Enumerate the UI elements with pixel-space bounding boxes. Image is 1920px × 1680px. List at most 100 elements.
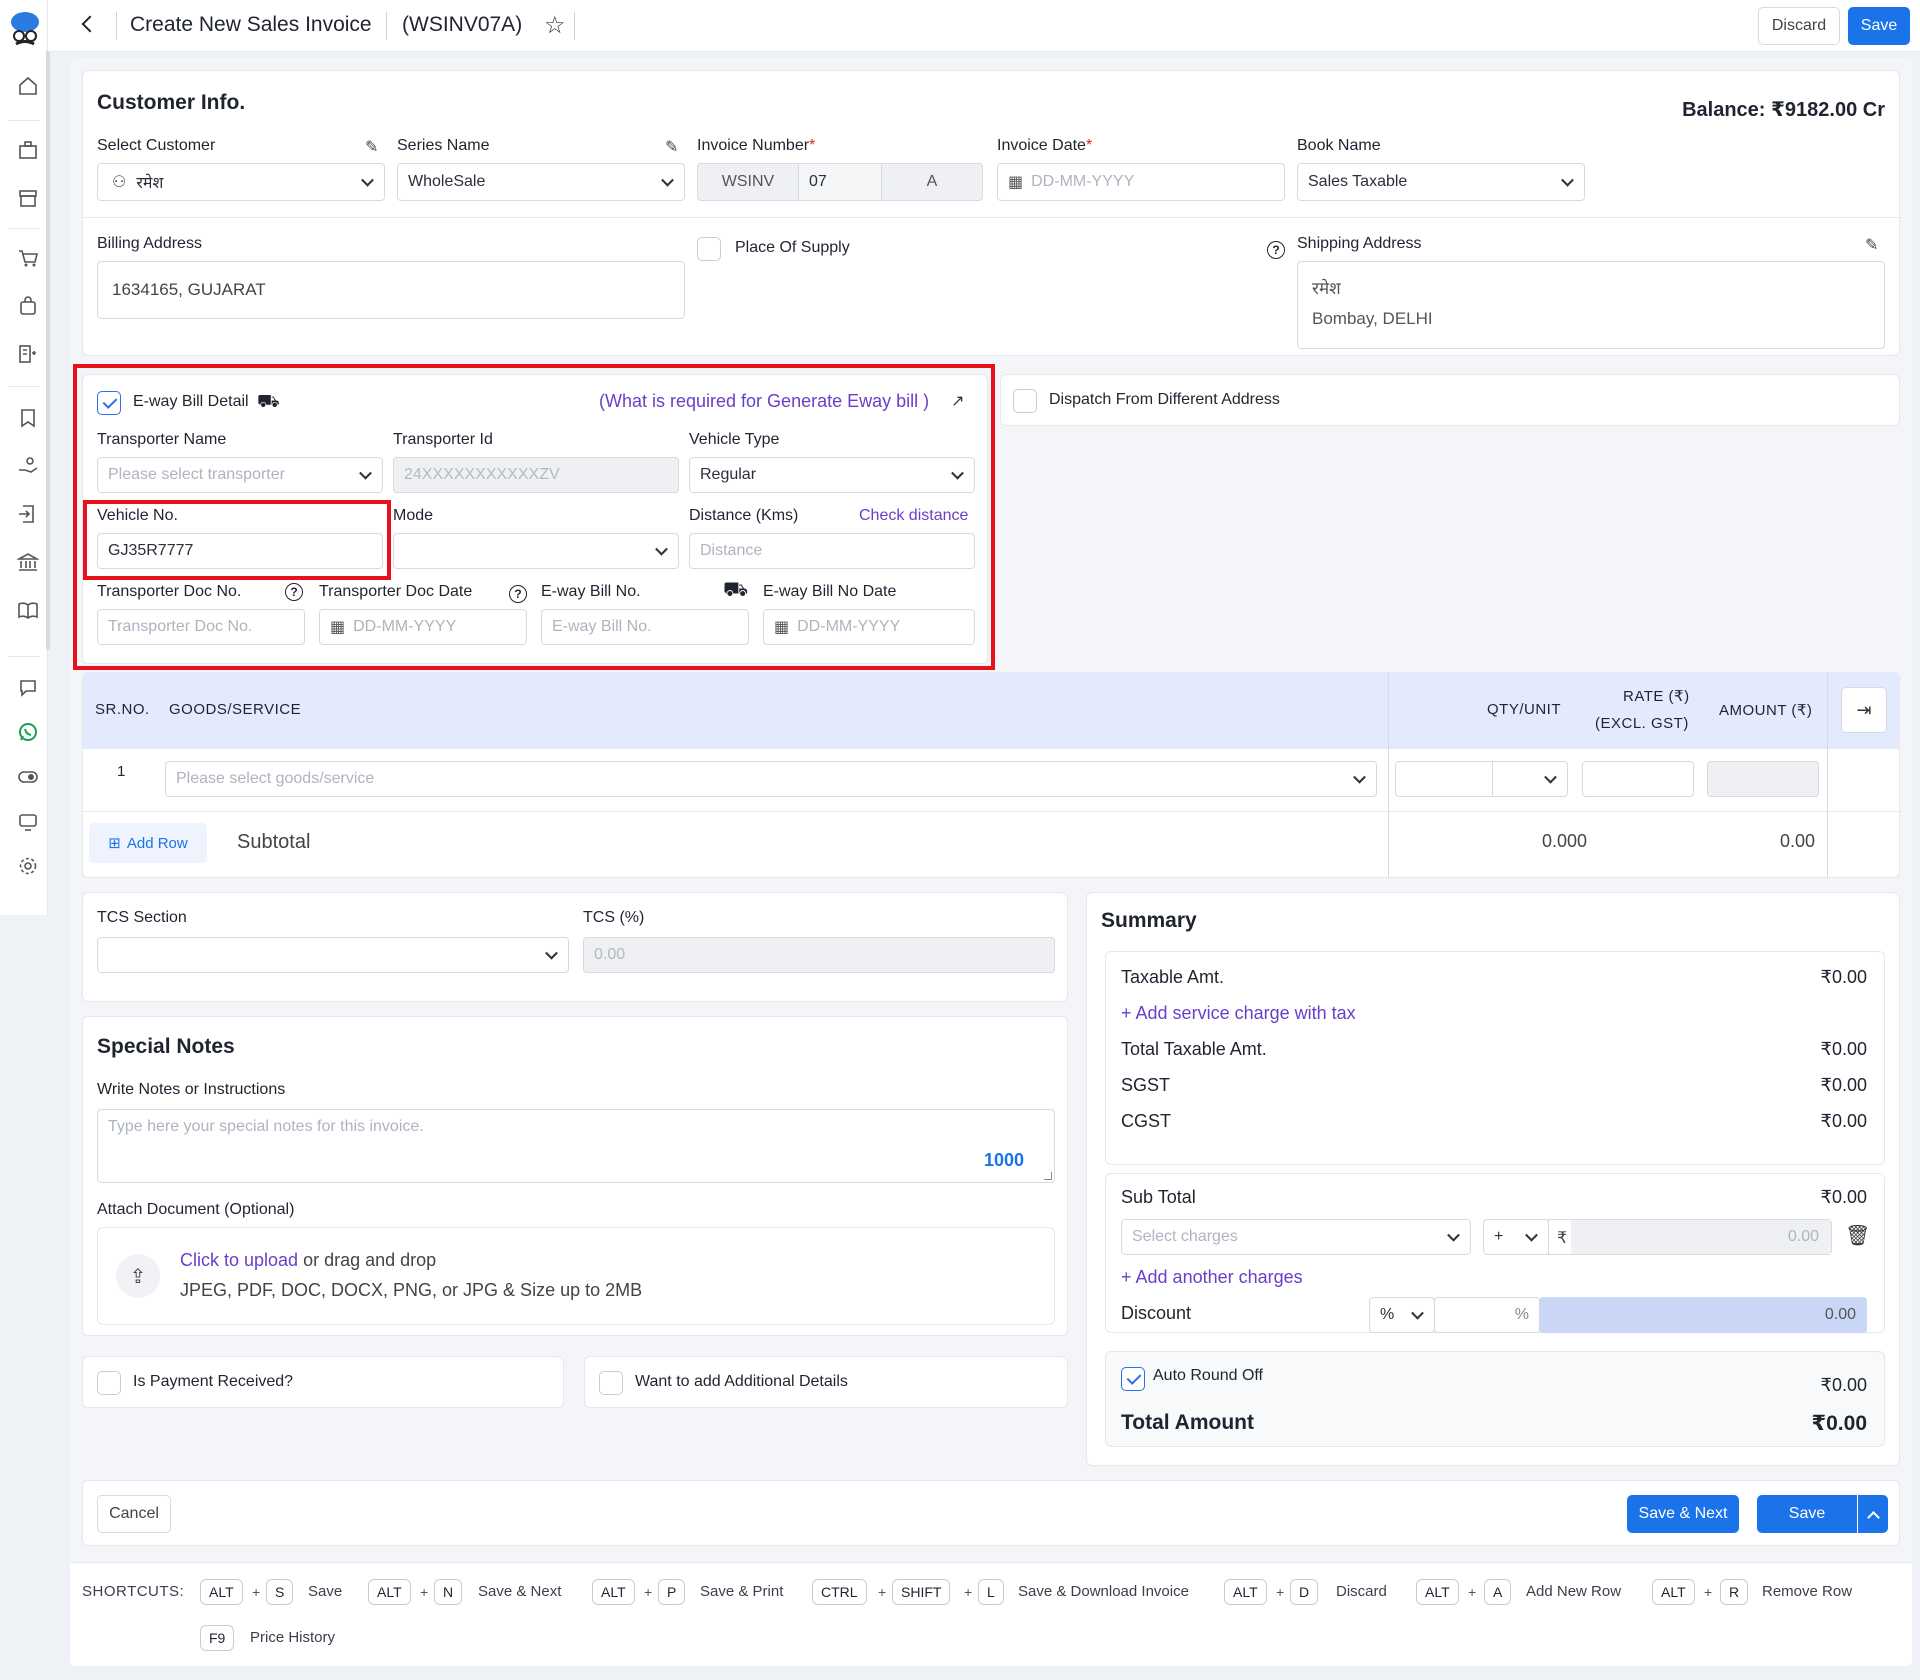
tcs-percent-field: 0.00 [583, 937, 1055, 973]
back-arrow-icon[interactable] [81, 15, 99, 33]
customer-info-card: Customer Info. Balance: ₹9182.00 Cr Sele… [82, 70, 1901, 356]
currency-symbol: ₹ [1557, 1230, 1568, 1247]
add-row-button[interactable]: ⊞ Add Row [89, 823, 207, 863]
add-another-charges-link[interactable]: + Add another charges [1121, 1267, 1303, 1288]
auto-round-off-label: Auto Round Off [1153, 1367, 1263, 1384]
upload-cloud-icon: ⇪ [116, 1254, 160, 1298]
shortcut-save-print: Save & Print [700, 1583, 784, 1600]
chat-icon[interactable] [14, 674, 42, 702]
rate-field[interactable] [1582, 761, 1694, 797]
cgst-label: CGST [1121, 1111, 1172, 1131]
footer-save-button[interactable]: Save [1757, 1495, 1857, 1533]
resize-handle-icon[interactable] [1044, 1172, 1052, 1180]
inventory-icon[interactable] [14, 340, 42, 368]
chevron-down-icon [545, 946, 558, 960]
whatsapp-icon[interactable] [14, 718, 42, 746]
sidebar [0, 0, 50, 915]
invoice-date-field[interactable]: ▦ DD-MM-YYYY [997, 163, 1285, 201]
place-of-supply-checkbox[interactable] [697, 237, 721, 261]
briefcase-icon[interactable] [14, 136, 42, 164]
archive-icon[interactable] [14, 184, 42, 212]
billing-address-field[interactable]: 1634165, GUJARAT [97, 261, 685, 319]
goods-select[interactable]: Please select goods/service [165, 761, 1377, 797]
balance-text: Balance: ₹9182.00 Cr [1682, 99, 1885, 121]
invoice-prefix-field: WSINV [697, 163, 799, 201]
star-icon[interactable]: ☆ [544, 11, 566, 40]
shipping-address-field[interactable]: रमेश Bombay, DELHI [1297, 261, 1885, 349]
chevron-down-icon [361, 173, 374, 187]
payment-received-card: Is Payment Received? [82, 1356, 564, 1408]
cart-icon[interactable] [14, 244, 42, 272]
pencil-icon[interactable]: ✎ [365, 137, 378, 157]
column-settings-icon[interactable]: ⇥ [1841, 687, 1887, 733]
hand-coins-icon[interactable] [14, 452, 42, 480]
click-to-upload-link[interactable]: Click to upload [180, 1250, 298, 1270]
discount-amount-field[interactable]: 0.00 [1539, 1297, 1867, 1333]
shortcut-key: P [658, 1579, 686, 1605]
save-button[interactable]: Save [1848, 7, 1910, 45]
row-number: 1 [117, 763, 126, 780]
required-mark: * [1085, 137, 1093, 154]
add-service-charge-link[interactable]: + Add service charge with tax [1121, 1003, 1356, 1024]
book-value: Sales Taxable [1308, 173, 1408, 190]
shortcut-add-row: Add New Row [1526, 1583, 1622, 1600]
page-title: Create New Sales Invoice [130, 13, 372, 36]
shortcut-save-download: Save & Download Invoice [1018, 1583, 1189, 1600]
shortcuts-bar: SHORTCUTS: ALT + S Save ALT + N Save & N… [70, 1562, 1912, 1666]
monitor-icon[interactable] [14, 808, 42, 836]
book-select[interactable]: Sales Taxable [1297, 163, 1585, 201]
upload-dropzone[interactable]: ⇪ Click to upload or drag and drop JPEG,… [97, 1227, 1055, 1325]
save-options-button[interactable] [1858, 1495, 1888, 1533]
tcs-section-select[interactable] [97, 937, 569, 973]
unit-select[interactable] [1492, 761, 1568, 797]
bank-icon[interactable] [14, 548, 42, 576]
notes-placeholder: Type here your special notes for this in… [108, 1118, 424, 1135]
additional-details-checkbox[interactable] [599, 1371, 623, 1395]
discard-button[interactable]: Discard [1758, 7, 1840, 45]
add-row-icon: ⊞ [108, 835, 121, 852]
sidebar-divider [8, 386, 40, 387]
special-notes-title: Special Notes [97, 1035, 235, 1058]
table-header [83, 673, 1899, 749]
sidebar-scrollbar[interactable] [46, 50, 50, 650]
transfer-icon[interactable] [14, 500, 42, 528]
toggle-icon[interactable] [14, 763, 42, 791]
col-divider [1827, 673, 1828, 877]
save-next-button[interactable]: Save & Next [1627, 1495, 1739, 1533]
charges-select[interactable]: Select charges [1121, 1219, 1471, 1255]
taxable-amt-label: Taxable Amt. [1121, 967, 1225, 987]
help-icon[interactable]: ? [1267, 241, 1285, 259]
dispatch-card: Dispatch From Different Address [1000, 374, 1900, 426]
charge-sign-select[interactable]: + [1483, 1219, 1549, 1255]
open-book-icon[interactable] [14, 596, 42, 624]
payment-received-checkbox[interactable] [97, 1371, 121, 1395]
qty-field[interactable] [1395, 761, 1493, 797]
discount-type-select[interactable]: % [1369, 1297, 1435, 1333]
shortcut-key: R [1720, 1579, 1749, 1605]
dispatch-checkbox[interactable] [1013, 389, 1037, 413]
sub-total-label: Sub Total [1121, 1187, 1196, 1207]
subtotal-amount: 0.00 [1779, 831, 1815, 851]
gear-icon[interactable] [14, 852, 42, 880]
trash-icon[interactable]: 🗑 [1845, 1223, 1870, 1248]
invoice-suffix-field: A [881, 163, 983, 201]
customer-select[interactable]: ⚇ रमेश [97, 163, 385, 201]
notes-textarea[interactable]: Type here your special notes for this in… [97, 1109, 1055, 1183]
cancel-button[interactable]: Cancel [97, 1495, 171, 1533]
auto-round-off-checkbox[interactable] [1121, 1367, 1145, 1391]
home-icon[interactable] [14, 72, 42, 100]
book-icon[interactable] [14, 404, 42, 432]
pencil-icon[interactable]: ✎ [1865, 235, 1878, 255]
shortcut-key: L [978, 1579, 1004, 1605]
invoice-number-field[interactable]: 07 [798, 163, 882, 201]
address-divider [83, 217, 1901, 218]
discount-percent-field[interactable]: % [1434, 1297, 1540, 1333]
series-select[interactable]: WholeSale [397, 163, 685, 201]
shopping-bag-icon[interactable] [14, 292, 42, 320]
charge-amount-field[interactable]: ₹ 0.00 [1548, 1219, 1832, 1255]
subtotal-label: Subtotal [237, 831, 311, 853]
header-divider [116, 12, 117, 40]
sgst-value: ₹0.00 [1820, 1075, 1868, 1095]
pencil-icon[interactable]: ✎ [665, 137, 678, 157]
col-rate-sub: (EXCL. GST) [1595, 715, 1689, 732]
